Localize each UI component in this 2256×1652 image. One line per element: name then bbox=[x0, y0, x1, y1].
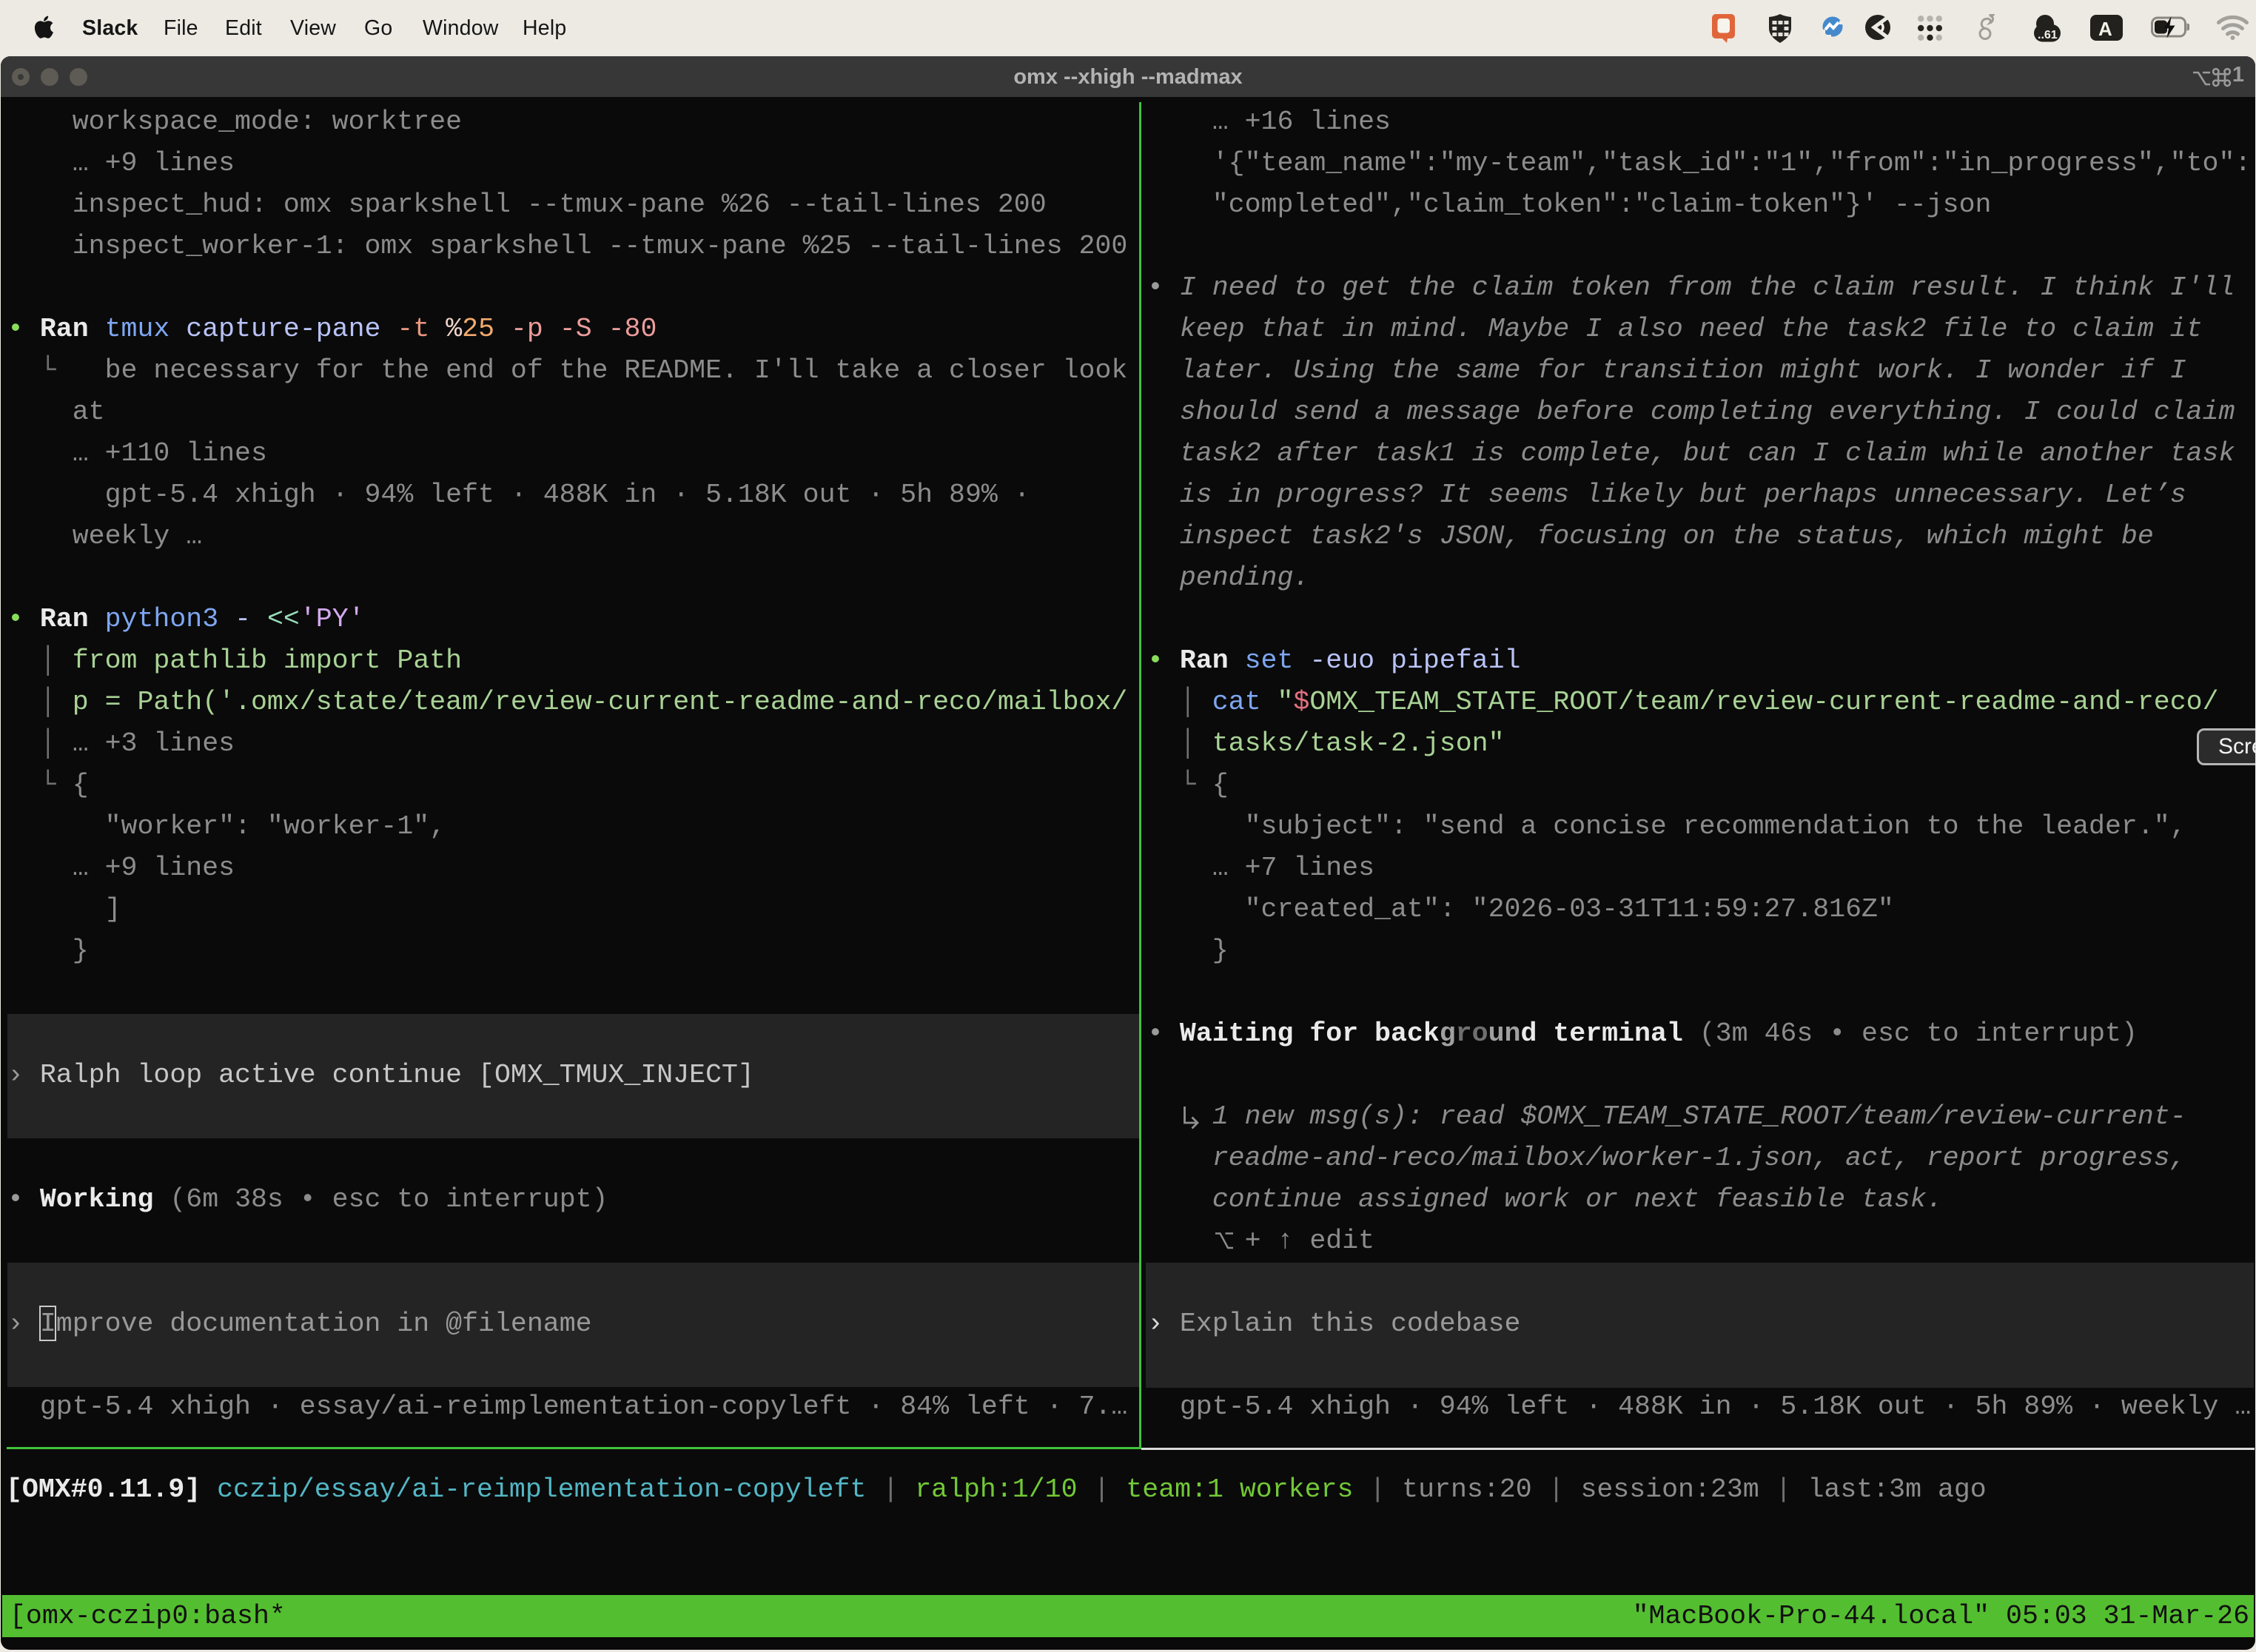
svg-text:A: A bbox=[2098, 18, 2112, 40]
svg-text:..61: ..61 bbox=[2038, 29, 2058, 41]
